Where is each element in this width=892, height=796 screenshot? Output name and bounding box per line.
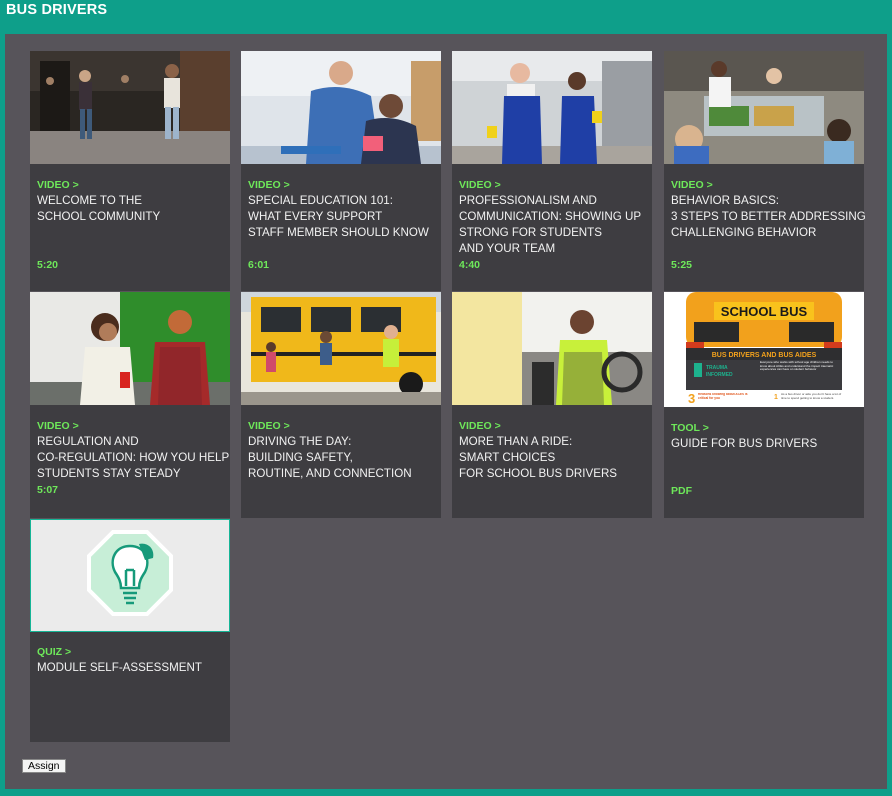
pdf-thumbnail[interactable]: SCHOOL BUS BUS DRIVERS AND BUS AIDES TRA…	[664, 292, 864, 407]
card-welcome-school-community[interactable]: VIDEO > WELCOME TO THE SCHOOL COMMUNITY …	[30, 51, 230, 291]
card-title-line: DRIVING THE DAY:	[248, 435, 352, 448]
content-type-label[interactable]: VIDEO >	[37, 420, 79, 432]
card-title-line: COMMUNICATION: SHOWING UP	[459, 210, 642, 223]
card-title-line: FOR SCHOOL BUS DRIVERS	[459, 467, 618, 480]
video-duration: 5:07	[37, 484, 59, 496]
content-type-label[interactable]: VIDEO >	[671, 179, 713, 191]
video-duration: 6:01	[248, 259, 270, 271]
card-title[interactable]: PROFESSIONALISM AND COMMUNICATION: SHOWI…	[459, 193, 651, 257]
video-thumbnail[interactable]	[452, 51, 652, 164]
video-thumbnail[interactable]	[452, 292, 652, 405]
content-type-label[interactable]: VIDEO >	[459, 420, 501, 432]
card-title-line: MODULE SELF-ASSESSMENT	[37, 661, 202, 674]
logo-text: INFORMED	[706, 372, 733, 378]
card-title[interactable]: BEHAVIOR BASICS: 3 STEPS TO BETTER ADDRE…	[671, 193, 866, 241]
card-title-line: MORE THAN A RIDE:	[459, 435, 573, 448]
reasons-number: 3	[688, 391, 695, 406]
content-panel: VIDEO > WELCOME TO THE SCHOOL COMMUNITY …	[5, 34, 887, 789]
video-duration: 4:40	[459, 259, 481, 271]
video-thumbnail[interactable]	[30, 51, 230, 164]
video-duration: 5:20	[37, 259, 59, 271]
card-title-line: 3 STEPS TO BETTER ADDRESSING	[671, 210, 866, 223]
assign-button[interactable]: Assign	[22, 759, 66, 773]
card-title[interactable]: MODULE SELF-ASSESSMENT	[37, 660, 229, 676]
card-title-line: STUDENTS STAY STEADY	[37, 467, 181, 480]
video-thumbnail[interactable]	[664, 51, 864, 164]
card-title-line: CO-REGULATION: HOW YOU HELP	[37, 451, 230, 464]
card-title-line: SCHOOL COMMUNITY	[37, 210, 161, 223]
card-regulation-coregulation[interactable]: VIDEO > REGULATION AND CO-REGULATION: HO…	[30, 292, 230, 518]
guide-banner-text: BUS DRIVERS AND BUS AIDES	[712, 352, 817, 359]
card-title-line: SMART CHOICES	[459, 451, 556, 464]
content-type-label[interactable]: TOOL >	[671, 422, 709, 434]
content-type-label[interactable]: VIDEO >	[248, 179, 290, 191]
card-title-line: PROFESSIONALISM AND	[459, 194, 597, 207]
card-title-line: STRONG FOR STUDENTS	[459, 226, 602, 239]
card-title-line: BUILDING SAFETY,	[248, 451, 353, 464]
card-guide-for-bus-drivers[interactable]: SCHOOL BUS BUS DRIVERS AND BUS AIDES TRA…	[664, 292, 864, 518]
video-duration: 5:25	[671, 259, 693, 271]
point-text: As a bus driver or aide you don't have a…	[781, 393, 842, 400]
video-thumbnail[interactable]	[241, 292, 441, 405]
content-type-label[interactable]: VIDEO >	[37, 179, 79, 191]
quiz-thumbnail[interactable]	[30, 519, 230, 632]
card-more-than-a-ride[interactable]: VIDEO > MORE THAN A RIDE: SMART CHOICES …	[452, 292, 652, 518]
file-format-label: PDF	[671, 485, 692, 497]
card-behavior-basics[interactable]: VIDEO > BEHAVIOR BASICS: 3 STEPS TO BETT…	[664, 51, 866, 291]
card-title[interactable]: WELCOME TO THE SCHOOL COMMUNITY	[37, 193, 229, 225]
card-title-line: SPECIAL EDUCATION 101:	[248, 194, 393, 207]
guide-intro-text: Everyone who works with school age child…	[760, 361, 834, 372]
content-type-label[interactable]: QUIZ >	[37, 646, 71, 658]
card-title[interactable]: REGULATION AND CO-REGULATION: HOW YOU HE…	[37, 434, 229, 482]
logo-text: TRAUMA	[706, 365, 728, 371]
content-type-label[interactable]: VIDEO >	[459, 179, 501, 191]
card-title-line: CHALLENGING BEHAVIOR	[671, 226, 817, 239]
reasons-text: Reasons knowing about ACEs is critical f…	[698, 393, 748, 400]
page-title: BUS DRIVERS	[6, 2, 108, 18]
card-title-line: GUIDE FOR BUS DRIVERS	[671, 437, 818, 450]
card-title-line: WELCOME TO THE	[37, 194, 143, 207]
card-title-line: STAFF MEMBER SHOULD KNOW	[248, 226, 429, 239]
point-number: 1	[774, 394, 778, 401]
card-professionalism-communication[interactable]: VIDEO > PROFESSIONALISM AND COMMUNICATIO…	[452, 51, 652, 291]
card-title[interactable]: GUIDE FOR BUS DRIVERS	[671, 436, 863, 452]
content-type-label[interactable]: VIDEO >	[248, 420, 290, 432]
card-special-education-101[interactable]: VIDEO > SPECIAL EDUCATION 101: WHAT EVER…	[241, 51, 441, 291]
card-module-self-assessment[interactable]: QUIZ > MODULE SELF-ASSESSMENT	[30, 519, 230, 742]
video-thumbnail[interactable]	[241, 51, 441, 164]
card-title-line: REGULATION AND	[37, 435, 139, 448]
card-title-line: AND YOUR TEAM	[459, 242, 556, 255]
card-title[interactable]: DRIVING THE DAY: BUILDING SAFETY, ROUTIN…	[248, 434, 440, 482]
card-driving-the-day[interactable]: VIDEO > DRIVING THE DAY: BUILDING SAFETY…	[241, 292, 441, 518]
card-title-line: BEHAVIOR BASICS:	[671, 194, 780, 207]
card-title-line: WHAT EVERY SUPPORT	[248, 210, 383, 223]
bus-sign-text: SCHOOL BUS	[721, 304, 808, 319]
card-title[interactable]: MORE THAN A RIDE: SMART CHOICES FOR SCHO…	[459, 434, 651, 482]
card-title-line: ROUTINE, AND CONNECTION	[248, 467, 412, 480]
video-thumbnail[interactable]	[30, 292, 230, 405]
card-title[interactable]: SPECIAL EDUCATION 101: WHAT EVERY SUPPOR…	[248, 193, 440, 241]
